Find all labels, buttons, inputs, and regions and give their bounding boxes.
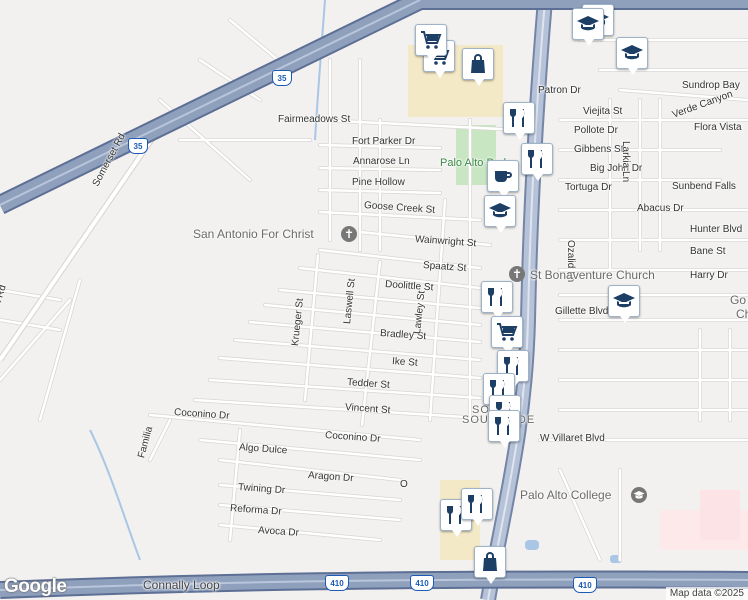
restaurant-pin[interactable] bbox=[521, 143, 553, 181]
map-canvas[interactable]: 35 35 410 410 410 Fairmeadows St Fort Pa… bbox=[0, 0, 748, 600]
street-label: Viejita St bbox=[583, 106, 623, 117]
school-icon bbox=[613, 293, 635, 308]
street-label: Fort Parker Dr bbox=[352, 136, 416, 147]
street-label: Ike St bbox=[391, 356, 418, 369]
map-attribution[interactable]: Map data ©2025 bbox=[665, 587, 748, 600]
street-label: Harry Dr bbox=[690, 270, 728, 281]
water-body bbox=[525, 540, 539, 550]
street-label: Flora Vista bbox=[694, 122, 742, 133]
restaurant-icon bbox=[495, 417, 510, 435]
cafe-pin[interactable] bbox=[487, 160, 519, 198]
place-label-church[interactable]: St Bonaventure Church bbox=[530, 269, 655, 281]
street-label: Sunbend Falls bbox=[672, 181, 736, 192]
shopping-bag-icon bbox=[483, 552, 497, 571]
school-pin[interactable] bbox=[572, 8, 604, 46]
shopping-cart-pin[interactable] bbox=[491, 316, 523, 354]
creek bbox=[89, 429, 141, 561]
street-label: Annarose Ln bbox=[353, 156, 410, 167]
highway-shield-410: 410 bbox=[573, 577, 597, 593]
cafe-icon bbox=[495, 171, 512, 182]
restaurant-icon bbox=[488, 288, 503, 306]
street-label: Pine Hollow bbox=[352, 177, 405, 188]
school-icon bbox=[577, 16, 599, 31]
shopping-bag-pin[interactable] bbox=[462, 48, 494, 86]
restaurant-pin[interactable] bbox=[503, 102, 535, 140]
street-label: W Villaret Blvd bbox=[540, 433, 605, 444]
street-label: Tortuga Dr bbox=[565, 182, 612, 193]
place-label-partial: Ch bbox=[736, 307, 748, 321]
school-pin[interactable] bbox=[484, 195, 516, 233]
highway-shield-35: 35 bbox=[128, 138, 148, 154]
street-label: Big John Dr bbox=[590, 163, 643, 174]
restaurant-icon bbox=[468, 495, 483, 513]
church-icon[interactable]: ✝ bbox=[341, 226, 357, 242]
church-icon[interactable]: ✝ bbox=[509, 266, 525, 282]
place-label-church[interactable]: San Antonio For Christ bbox=[193, 228, 314, 240]
street-label: O bbox=[400, 479, 408, 490]
street-label: Gillette Blvd bbox=[555, 306, 609, 317]
shopping-cart-pin[interactable] bbox=[415, 24, 447, 62]
street-label: Pollote Dr bbox=[574, 125, 618, 136]
graduation-cap-icon[interactable] bbox=[631, 487, 647, 503]
place-label-college[interactable]: Palo Alto College bbox=[520, 489, 611, 501]
google-logo: Google bbox=[4, 576, 67, 597]
restaurant-icon bbox=[510, 109, 525, 127]
street-label: Larkia Ln bbox=[620, 141, 631, 183]
graduation-cap-icon bbox=[633, 491, 645, 499]
street-label: Fairmeadows St bbox=[278, 114, 351, 125]
school-pin[interactable] bbox=[608, 285, 640, 323]
shopping-bag-pin[interactable] bbox=[474, 546, 506, 584]
restaurant-pin[interactable] bbox=[461, 488, 493, 526]
restaurant-icon bbox=[528, 150, 543, 168]
street-label: Bane St bbox=[690, 246, 726, 257]
restaurant-pin[interactable] bbox=[481, 281, 513, 319]
street-label: Gibbens St bbox=[574, 144, 624, 155]
place-label-partial: Go bbox=[730, 293, 747, 307]
highway-shield-410: 410 bbox=[325, 575, 349, 591]
shopping-bag-icon bbox=[471, 54, 485, 73]
street-label: Connally Loop bbox=[143, 578, 220, 592]
street-label: Patron Dr bbox=[538, 85, 581, 96]
school-icon bbox=[489, 203, 511, 218]
school-icon bbox=[621, 45, 643, 60]
shopping-cart-icon bbox=[497, 323, 518, 341]
highway-shield-35: 35 bbox=[272, 70, 292, 86]
highway-shield-410: 410 bbox=[410, 575, 434, 591]
school-pin[interactable] bbox=[616, 37, 648, 75]
restaurant-pin[interactable] bbox=[488, 410, 520, 448]
street-label: Hunter Blvd bbox=[690, 224, 743, 235]
shopping-cart-icon bbox=[421, 31, 442, 49]
street-label: Abacus Dr bbox=[637, 203, 684, 214]
